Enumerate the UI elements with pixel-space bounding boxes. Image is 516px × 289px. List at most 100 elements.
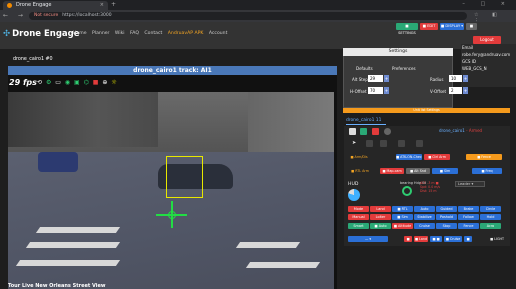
map-icon[interactable] [416, 140, 423, 147]
email-value: robe.fery@andruav.com [462, 52, 511, 57]
mode-button[interactable]: Loiter [370, 214, 391, 220]
mode-button[interactable]: Poshold [436, 214, 457, 220]
unit-name: drone_cairo1 - Armed [439, 128, 483, 133]
browser-tab[interactable]: Drone Engage × [3, 1, 108, 10]
back-icon[interactable]: ⟲ [37, 79, 43, 86]
not-secure-badge[interactable]: Not secure [34, 13, 58, 18]
leader-select[interactable]: Leader ▾ [455, 181, 485, 187]
h-offset-plus-button[interactable]: + [384, 87, 389, 94]
logout-button[interactable]: Logout [473, 36, 501, 44]
mode-button[interactable]: Stop [436, 223, 457, 229]
ai-icon[interactable]: ⌬ [84, 79, 90, 86]
cruise-button[interactable]: ■ Cruise [444, 236, 462, 242]
zoom-icon[interactable]: ⊕ [102, 79, 108, 86]
preferences-tab[interactable]: Preferences [392, 66, 416, 71]
display-toggle-button[interactable]: ■ DISPLAY ▾ [440, 23, 464, 30]
unit-settings-icon[interactable] [384, 128, 391, 135]
speed-select[interactable]: — ▾ [348, 236, 388, 242]
url-field[interactable]: Not secure https://localhost:3000 [29, 12, 467, 20]
unit-tab[interactable]: drone_cairo1 11 [346, 118, 386, 125]
light-button[interactable]: ■ LIGHT [488, 236, 506, 242]
brightness-icon[interactable]: ☼ [111, 79, 117, 86]
compass-icon [402, 186, 412, 196]
favicon-icon [7, 3, 12, 8]
stop-icon[interactable]: ■ [93, 79, 100, 86]
alt-step-input[interactable]: 29 [368, 75, 383, 82]
user-info-panel: Email robe.fery@andruav.com GCS ID WEB_G… [461, 44, 516, 87]
mode-button[interactable]: ■ Altitude [392, 223, 413, 229]
camera-icon[interactable] [360, 128, 367, 135]
track-title-bar: drone_cairo1 track: AI1 [8, 66, 337, 75]
nav-faq[interactable]: FAQ [130, 31, 139, 36]
unit-list-bar[interactable]: Unit list Settings [343, 108, 510, 113]
mode-button[interactable]: Follow [458, 214, 479, 220]
nav-planner[interactable]: Planner [92, 31, 109, 36]
tab-title: Drone Engage [16, 2, 52, 8]
mode-button[interactable]: ■ Auto [370, 223, 391, 229]
mode-button[interactable]: Guided [436, 206, 457, 212]
land-button[interactable]: ■ Land [414, 236, 428, 242]
mode-button[interactable]: ■ RTL [392, 206, 413, 212]
tab-close-icon[interactable]: × [100, 1, 104, 10]
mode-button[interactable]: Fence [458, 223, 479, 229]
settings-title: Settings [343, 48, 453, 56]
mode-button[interactable]: Mode [348, 206, 369, 212]
menu-toggle-button[interactable]: ■ [466, 23, 477, 30]
alt-snd-button[interactable]: ■ Alt Snd [406, 168, 430, 174]
site-logo[interactable]: ✣ Drone Engage [3, 29, 80, 39]
battery-icon[interactable] [380, 140, 387, 147]
link-icon[interactable] [398, 140, 405, 147]
window-controls[interactable]: – □ × [462, 1, 512, 7]
settings-icon[interactable]: ⚙ [46, 79, 52, 86]
nav-apk[interactable]: AndruavAP APK [168, 31, 204, 36]
mode-button[interactable]: Hold [480, 214, 501, 220]
fps-readout: 29 fps [9, 78, 37, 87]
camera-toolbar: ⟲ ⚙ ▭ ◉ ▣ ⌬ ■ ⊕ ☼ [37, 79, 118, 86]
mode-button[interactable]: Smart [348, 223, 369, 229]
snapshot-icon[interactable]: ▣ [74, 79, 81, 86]
mode-button[interactable]: Circle [480, 206, 501, 212]
nav-contact[interactable]: Contact [144, 31, 162, 36]
video-crosswalk [235, 242, 301, 248]
gps-icon[interactable]: ➤ [352, 140, 356, 146]
record-icon[interactable]: ◉ [65, 79, 71, 86]
v-offset-plus-button[interactable]: + [463, 87, 468, 94]
mode-button[interactable]: Auto [414, 206, 435, 212]
new-tab-button[interactable]: + [111, 1, 116, 9]
nav-account[interactable]: Account [209, 31, 228, 36]
mode-button[interactable]: Acro [480, 223, 501, 229]
rtl-arm-button[interactable]: ■ ATK-ON-Check [396, 154, 422, 160]
sim-button[interactable]: ■ Sim [432, 168, 458, 174]
nav-home[interactable]: Home [73, 31, 87, 36]
stop-button[interactable]: ■ [404, 236, 412, 242]
radius-input[interactable]: 10 [449, 75, 462, 82]
pause-button[interactable]: ■ ■ [430, 236, 442, 242]
video-icon[interactable] [372, 128, 379, 135]
radius-plus-button[interactable]: + [463, 75, 468, 82]
rotate-icon[interactable]: ▭ [55, 79, 62, 86]
v-offset-input[interactable]: 2 [449, 87, 462, 94]
settings-toggle-button[interactable]: ■ SETTINGS [396, 23, 418, 35]
extra-button[interactable]: ■ [464, 236, 472, 242]
unit-photo-icon[interactable] [349, 128, 356, 135]
h-offset-input[interactable]: 70 [368, 87, 383, 94]
fence-button[interactable]: ■ Fence [466, 154, 502, 160]
nav-wiki[interactable]: Wiki [115, 31, 125, 36]
defaults-tab[interactable]: Defaults [356, 66, 373, 71]
mode-button[interactable]: Cruise [414, 223, 435, 229]
gimbal-button[interactable]: ■ RTL Arm [348, 168, 372, 174]
mode-button[interactable]: Brake [458, 206, 479, 212]
video-crosswalk [245, 262, 321, 268]
mode-arm-button[interactable]: ■ Ctrl Arm [424, 154, 450, 160]
mode-button[interactable]: ■ Sim [392, 214, 413, 220]
alt-step-plus-button[interactable]: + [384, 75, 389, 82]
map-cam-button[interactable]: ■ Map-cam [380, 168, 404, 174]
mode-button[interactable]: Land [370, 206, 391, 212]
arm-button[interactable]: ■ Arm/Dis [348, 154, 370, 160]
h-offset-label: H-Offset [350, 89, 367, 94]
mode-button[interactable]: Manual [348, 214, 369, 220]
mode-button[interactable]: Stabilize [414, 214, 435, 220]
signal-icon[interactable] [366, 140, 373, 147]
freq-button[interactable]: ■ Freq [472, 168, 502, 174]
edit-toggle-button[interactable]: ■ EDIT [420, 23, 438, 30]
